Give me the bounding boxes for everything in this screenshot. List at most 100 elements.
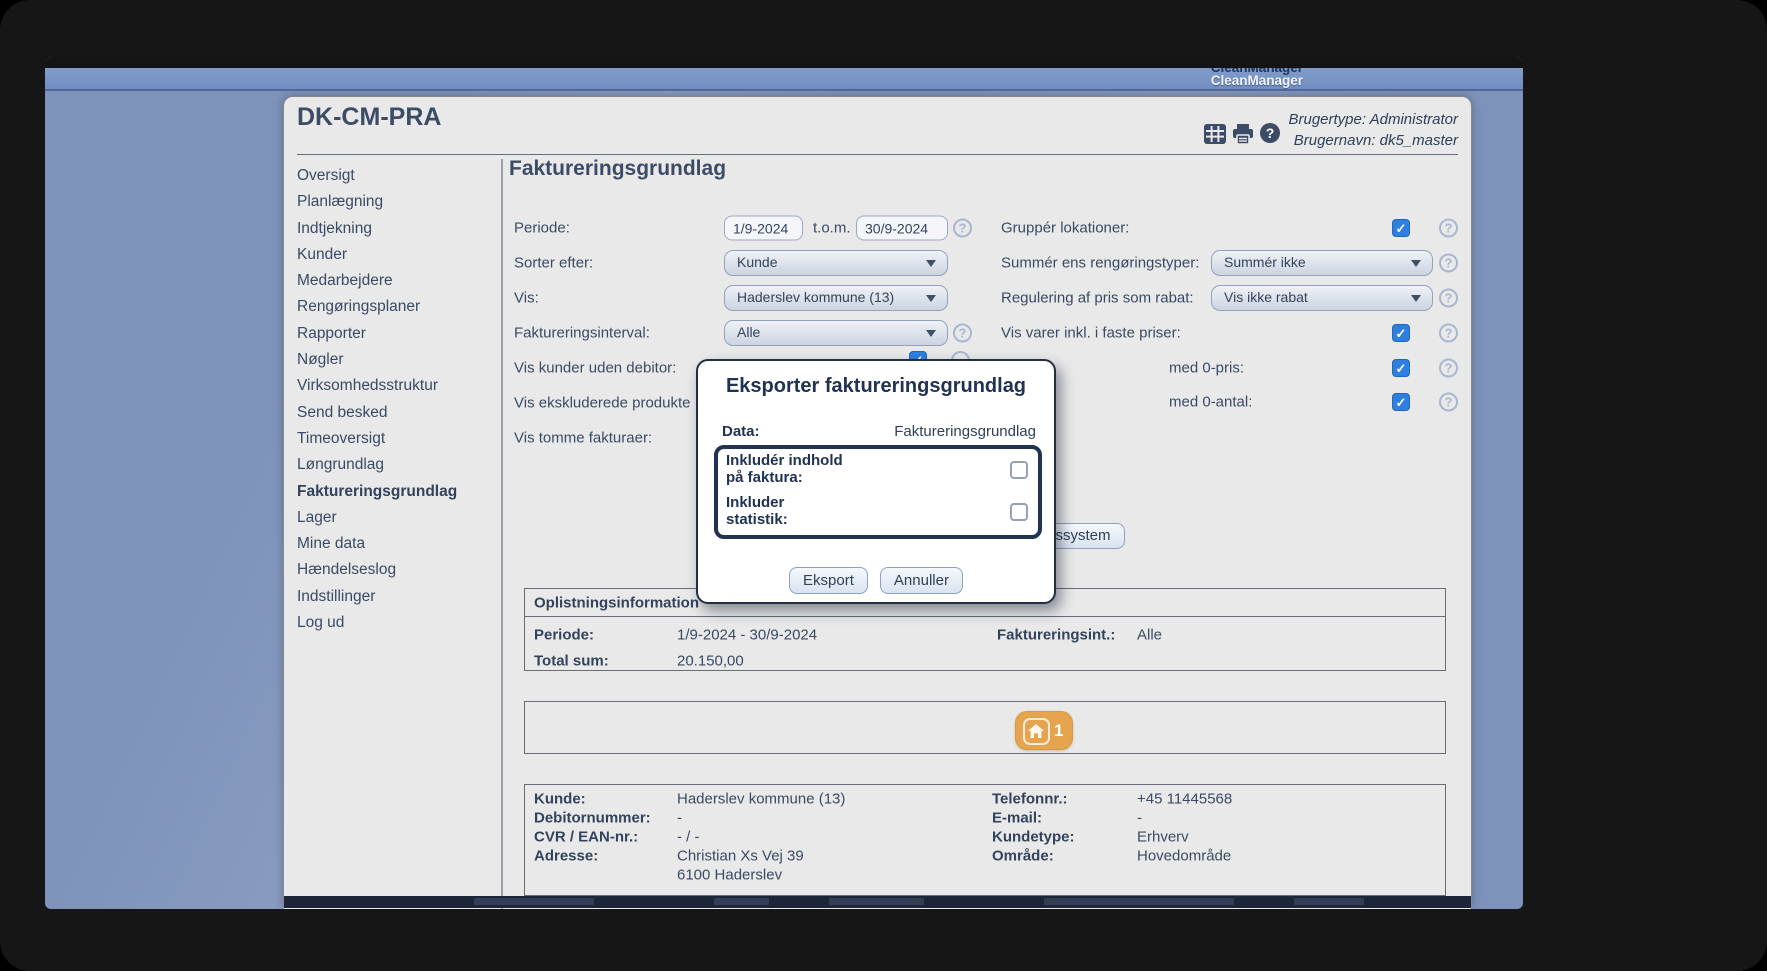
period-from-input[interactable] (724, 216, 803, 241)
kundetype-label: Kundetype: (992, 829, 1075, 846)
adresse-value-line2: 6100 Haderslev (677, 867, 782, 884)
dropdown-arrow-icon (1411, 260, 1421, 267)
label-periode: Periode: (514, 220, 570, 237)
label-regulering-rabat: Regulering af pris som rabat: (1001, 290, 1194, 307)
dropdown-arrow-icon (926, 330, 936, 337)
modal-options-box: Inkludér indhold på faktura: Inkluder st… (714, 445, 1042, 539)
sidebar-item-kunder[interactable]: Kunder (297, 242, 497, 268)
sidebar-item-lager[interactable]: Lager (297, 505, 497, 531)
modal-data-label: Data: (722, 423, 760, 440)
include-statistics-label: Inkluder statistik: (726, 494, 788, 528)
label-tom: t.o.m. (813, 220, 851, 237)
summer-ens-help-icon[interactable]: ? (1439, 254, 1458, 273)
sidebar-item-oversigt[interactable]: Oversigt (297, 163, 497, 189)
help-icon[interactable]: ? (1260, 123, 1280, 143)
debitornummer-value: - (677, 810, 682, 827)
sidebar-item-rengoeringsplaner[interactable]: Rengøringsplaner (297, 294, 497, 320)
adresse-label: Adresse: (534, 848, 598, 865)
browser-chrome-strip (45, 57, 1523, 68)
label-med-0-antal: med 0-antal: (1169, 394, 1252, 411)
sidebar-item-virksomhedsstruktur[interactable]: Virksomhedsstruktur (297, 373, 497, 399)
cleanmanager-logo: CleanManager (1211, 73, 1303, 88)
sidebar-item-loengrundlag[interactable]: Løngrundlag (297, 452, 497, 478)
page-title: DK-CM-PRA (297, 103, 441, 132)
med-0-antal-help-icon[interactable]: ? (1439, 393, 1458, 412)
omraade-value: Hovedområde (1137, 848, 1231, 865)
summer-ens-select[interactable]: Summér ikke (1211, 250, 1433, 276)
sidebar-item-log-ud[interactable]: Log ud (297, 610, 497, 636)
include-invoice-content-checkbox[interactable] (1010, 461, 1028, 479)
sidebar-item-faktureringsgrundlag[interactable]: Faktureringsgrundlag (297, 479, 497, 505)
content-heading: Faktureringsgrundlag (509, 157, 726, 181)
sidebar-item-haendelseslog[interactable]: Hændelseslog (297, 557, 497, 583)
omraade-label: Område: (992, 848, 1054, 865)
med-0-pris-help-icon[interactable]: ? (1439, 359, 1458, 378)
summary-periode-label: Periode: (534, 627, 594, 644)
label-vis: Vis: (514, 290, 539, 307)
location-bar: 1 (524, 701, 1446, 754)
regulering-rabat-help-icon[interactable]: ? (1439, 289, 1458, 308)
dropdown-arrow-icon (1411, 295, 1421, 302)
print-icon[interactable] (1232, 124, 1254, 144)
label-vis-ekskluderede-produkter: Vis ekskluderede produkte (514, 395, 691, 412)
faktureringsinterval-select[interactable]: Alle (724, 320, 948, 346)
user-name: Brugernavn: dk5_master (1288, 130, 1458, 151)
sidebar-item-mine-data[interactable]: Mine data (297, 531, 497, 557)
summary-total-label: Total sum: (534, 653, 609, 670)
summary-periode-value: 1/9-2024 - 30/9-2024 (677, 627, 817, 644)
vis-select[interactable]: Haderslev kommune (13) (724, 285, 948, 311)
include-statistics-checkbox[interactable] (1010, 503, 1028, 521)
sidebar-divider (501, 159, 503, 909)
sidebar-item-rapporter[interactable]: Rapporter (297, 321, 497, 347)
med-0-pris-checkbox[interactable]: ✓ (1392, 359, 1410, 377)
cvr-ean-value: - / - (677, 829, 700, 846)
adresse-value-line1: Christian Xs Vej 39 (677, 848, 804, 865)
sidebar-item-send-besked[interactable]: Send besked (297, 400, 497, 426)
sidebar-item-indstillinger[interactable]: Indstillinger (297, 584, 497, 610)
med-0-antal-checkbox[interactable]: ✓ (1392, 393, 1410, 411)
period-to-input[interactable] (856, 216, 948, 241)
sidebar-item-noegler[interactable]: Nøgler (297, 347, 497, 373)
debitornummer-label: Debitornummer: (534, 810, 651, 827)
label-vis-kunder-uden-debitor: Vis kunder uden debitor: (514, 360, 676, 377)
label-vis-tomme-fakturaer: Vis tomme fakturaer: (514, 430, 652, 447)
house-icon (1023, 718, 1050, 745)
kundetype-value: Erhverv (1137, 829, 1189, 846)
user-type: Brugertype: Administrator (1288, 109, 1458, 130)
summary-header: Oplistningsinformation (534, 595, 699, 612)
label-summer-ens: Summér ens rengøringstyper: (1001, 255, 1199, 272)
periode-help-icon[interactable]: ? (953, 219, 972, 238)
grupper-lokationer-help-icon[interactable]: ? (1439, 219, 1458, 238)
label-sorter-efter: Sorter efter: (514, 255, 593, 272)
vis-varer-faste-priser-checkbox[interactable]: ✓ (1392, 324, 1410, 342)
sidebar-item-timeoversigt[interactable]: Timeoversigt (297, 426, 497, 452)
export-button[interactable]: Eksport (789, 567, 868, 594)
kunde-value: Haderslev kommune (13) (677, 791, 845, 808)
cancel-button[interactable]: Annuller (880, 567, 963, 594)
email-label: E-mail: (992, 810, 1042, 827)
desktop-background: CleanManager CleanManager DK-CM-PRA ? Br… (45, 57, 1523, 909)
sidebar-item-planlaegning[interactable]: Planlægning (297, 189, 497, 215)
screenshot-frame: CleanManager CleanManager DK-CM-PRA ? Br… (0, 0, 1767, 971)
app-panel: DK-CM-PRA ? Brugertype: Administrator Br… (283, 96, 1472, 909)
telefonnr-label: Telefonnr.: (992, 791, 1068, 808)
label-vis-varer-faste-priser: Vis varer inkl. i faste priser: (1001, 325, 1181, 342)
sidebar-item-medarbejdere[interactable]: Medarbejdere (297, 268, 497, 294)
grupper-lokationer-checkbox[interactable]: ✓ (1392, 219, 1410, 237)
dropdown-arrow-icon (926, 260, 936, 267)
label-faktureringsinterval: Faktureringsinterval: (514, 325, 650, 342)
grid-view-icon[interactable] (1204, 124, 1226, 144)
sidebar-item-indtjekning[interactable]: Indtjekning (297, 216, 497, 242)
summary-header-separator (525, 616, 1445, 617)
vis-varer-faste-priser-help-icon[interactable]: ? (1439, 324, 1458, 343)
dropdown-arrow-icon (926, 295, 936, 302)
location-button[interactable]: 1 (1015, 711, 1073, 750)
modal-data-value: Faktureringsgrundlag (894, 423, 1036, 440)
modal-title: Eksporter faktureringsgrundlag (698, 375, 1054, 398)
include-invoice-content-label: Inkludér indhold på faktura: (726, 452, 843, 486)
sorter-efter-select[interactable]: Kunde (724, 250, 948, 276)
regulering-rabat-select[interactable]: Vis ikke rabat (1211, 285, 1433, 311)
faktureringsinterval-help-icon[interactable]: ? (953, 324, 972, 343)
user-info: Brugertype: Administrator Brugernavn: dk… (1288, 109, 1458, 151)
location-count: 1 (1054, 721, 1063, 741)
